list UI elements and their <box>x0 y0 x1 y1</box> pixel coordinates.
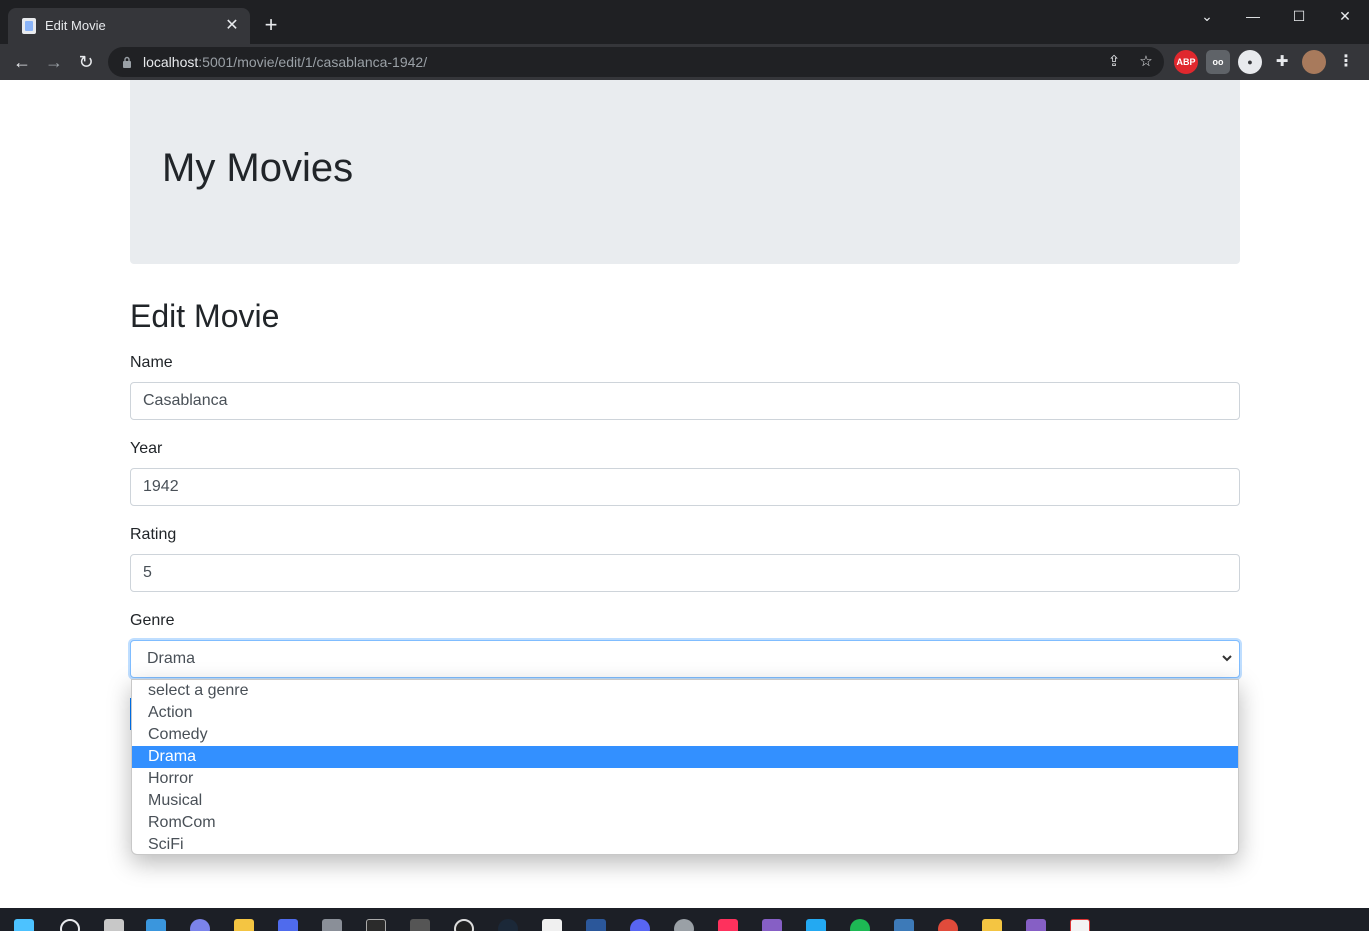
genre-select[interactable]: Drama <box>130 640 1240 678</box>
terminal-icon[interactable] <box>366 919 386 931</box>
bookmark-star-icon[interactable]: ☆ <box>1136 52 1156 72</box>
site-title: My Movies <box>162 146 354 190</box>
vscode-icon[interactable] <box>806 919 826 931</box>
close-tab-icon[interactable]: ✕ <box>222 16 242 36</box>
rating-field[interactable]: 5 <box>130 554 1240 592</box>
maximize-icon[interactable]: ☐ <box>1276 0 1322 32</box>
page-favicon-icon <box>22 18 36 34</box>
app-icon[interactable] <box>454 919 474 931</box>
genre-dropdown-list: select a genre Action Comedy Drama Horror Mus… <box>131 679 1239 855</box>
app-icon[interactable] <box>278 919 298 931</box>
chrome-icon[interactable] <box>938 919 958 931</box>
app-icon[interactable] <box>410 919 430 931</box>
folder-icon[interactable] <box>982 919 1002 931</box>
menu-kebab-icon[interactable]: ⋮ <box>1334 50 1358 74</box>
discord-icon[interactable] <box>630 919 650 931</box>
genre-option[interactable]: Action <box>132 702 1238 724</box>
genre-option[interactable]: RomCom <box>132 812 1238 834</box>
app-icon[interactable] <box>1070 919 1090 931</box>
rating-label: Rating <box>130 526 177 543</box>
adblock-plus-icon[interactable]: ABP <box>1174 50 1198 74</box>
extensions-puzzle-icon[interactable]: ✚ <box>1270 50 1294 74</box>
reader-extension-icon[interactable]: oo <box>1206 50 1230 74</box>
app-icon[interactable] <box>322 919 342 931</box>
page-title: Edit Movie <box>130 298 280 334</box>
year-field[interactable]: 1942 <box>130 468 1240 506</box>
taskbar <box>0 908 1369 931</box>
chevron-down-icon <box>1222 655 1232 662</box>
genre-option[interactable]: SciFi <box>132 834 1238 856</box>
url-path: :5001/movie/edit/1/casablanca-1942/ <box>198 54 428 70</box>
genre-label: Genre <box>130 612 175 629</box>
new-tab-icon[interactable]: + <box>258 12 284 38</box>
reload-icon[interactable]: ↻ <box>72 48 100 76</box>
extension-icon[interactable]: ● <box>1238 50 1262 74</box>
steam-icon[interactable] <box>498 919 518 931</box>
address-bar[interactable]: localhost:5001/movie/edit/1/casablanca-1… <box>108 47 1164 77</box>
share-icon[interactable]: ⇪ <box>1104 52 1124 72</box>
browser-tab[interactable]: Edit Movie ✕ <box>8 8 250 44</box>
visual-studio-icon[interactable] <box>762 919 782 931</box>
visual-studio-icon[interactable] <box>1026 919 1046 931</box>
settings-gear-icon[interactable] <box>674 919 694 931</box>
widgets-icon[interactable] <box>146 919 166 931</box>
page-viewport: My Movies Edit Movie Name Casablanca Yea… <box>0 80 1369 908</box>
word-icon[interactable] <box>586 919 606 931</box>
tab-search-icon[interactable]: ⌄ <box>1184 0 1230 32</box>
lock-icon <box>123 56 131 68</box>
tab-title: Edit Movie <box>45 18 106 33</box>
genre-option[interactable]: select a genre <box>132 680 1238 702</box>
rider-icon[interactable] <box>718 919 738 931</box>
forward-icon[interactable]: → <box>40 48 68 76</box>
genre-option[interactable]: Musical <box>132 790 1238 812</box>
name-label: Name <box>130 354 173 371</box>
spotify-icon[interactable] <box>850 919 870 931</box>
teams-icon[interactable] <box>190 919 210 931</box>
search-icon[interactable] <box>60 919 80 931</box>
jumbotron-header: My Movies <box>130 80 1240 264</box>
task-view-icon[interactable] <box>104 919 124 931</box>
back-icon[interactable]: ← <box>8 48 36 76</box>
genre-option[interactable]: Comedy <box>132 724 1238 746</box>
url-host: localhost <box>143 54 199 70</box>
minimize-icon[interactable]: — <box>1230 0 1276 32</box>
file-explorer-icon[interactable] <box>234 919 254 931</box>
browser-toolbar: ← → ↻ localhost:5001/movie/edit/1/casabl… <box>0 44 1369 80</box>
year-label: Year <box>130 440 163 457</box>
genre-selected-value: Drama <box>147 650 196 667</box>
start-icon[interactable] <box>14 919 34 931</box>
app-icon[interactable] <box>894 919 914 931</box>
browser-tab-bar: Edit Movie ✕ + ⌄ — ☐ ✕ <box>0 0 1369 44</box>
url-text[interactable]: localhost:5001/movie/edit/1/casablanca-1… <box>143 54 427 70</box>
close-window-icon[interactable]: ✕ <box>1322 0 1368 32</box>
genre-option[interactable]: Drama <box>132 746 1238 768</box>
app-icon[interactable] <box>542 919 562 931</box>
name-field[interactable]: Casablanca <box>130 382 1240 420</box>
profile-avatar[interactable] <box>1302 50 1326 74</box>
genre-option[interactable]: Horror <box>132 768 1238 790</box>
